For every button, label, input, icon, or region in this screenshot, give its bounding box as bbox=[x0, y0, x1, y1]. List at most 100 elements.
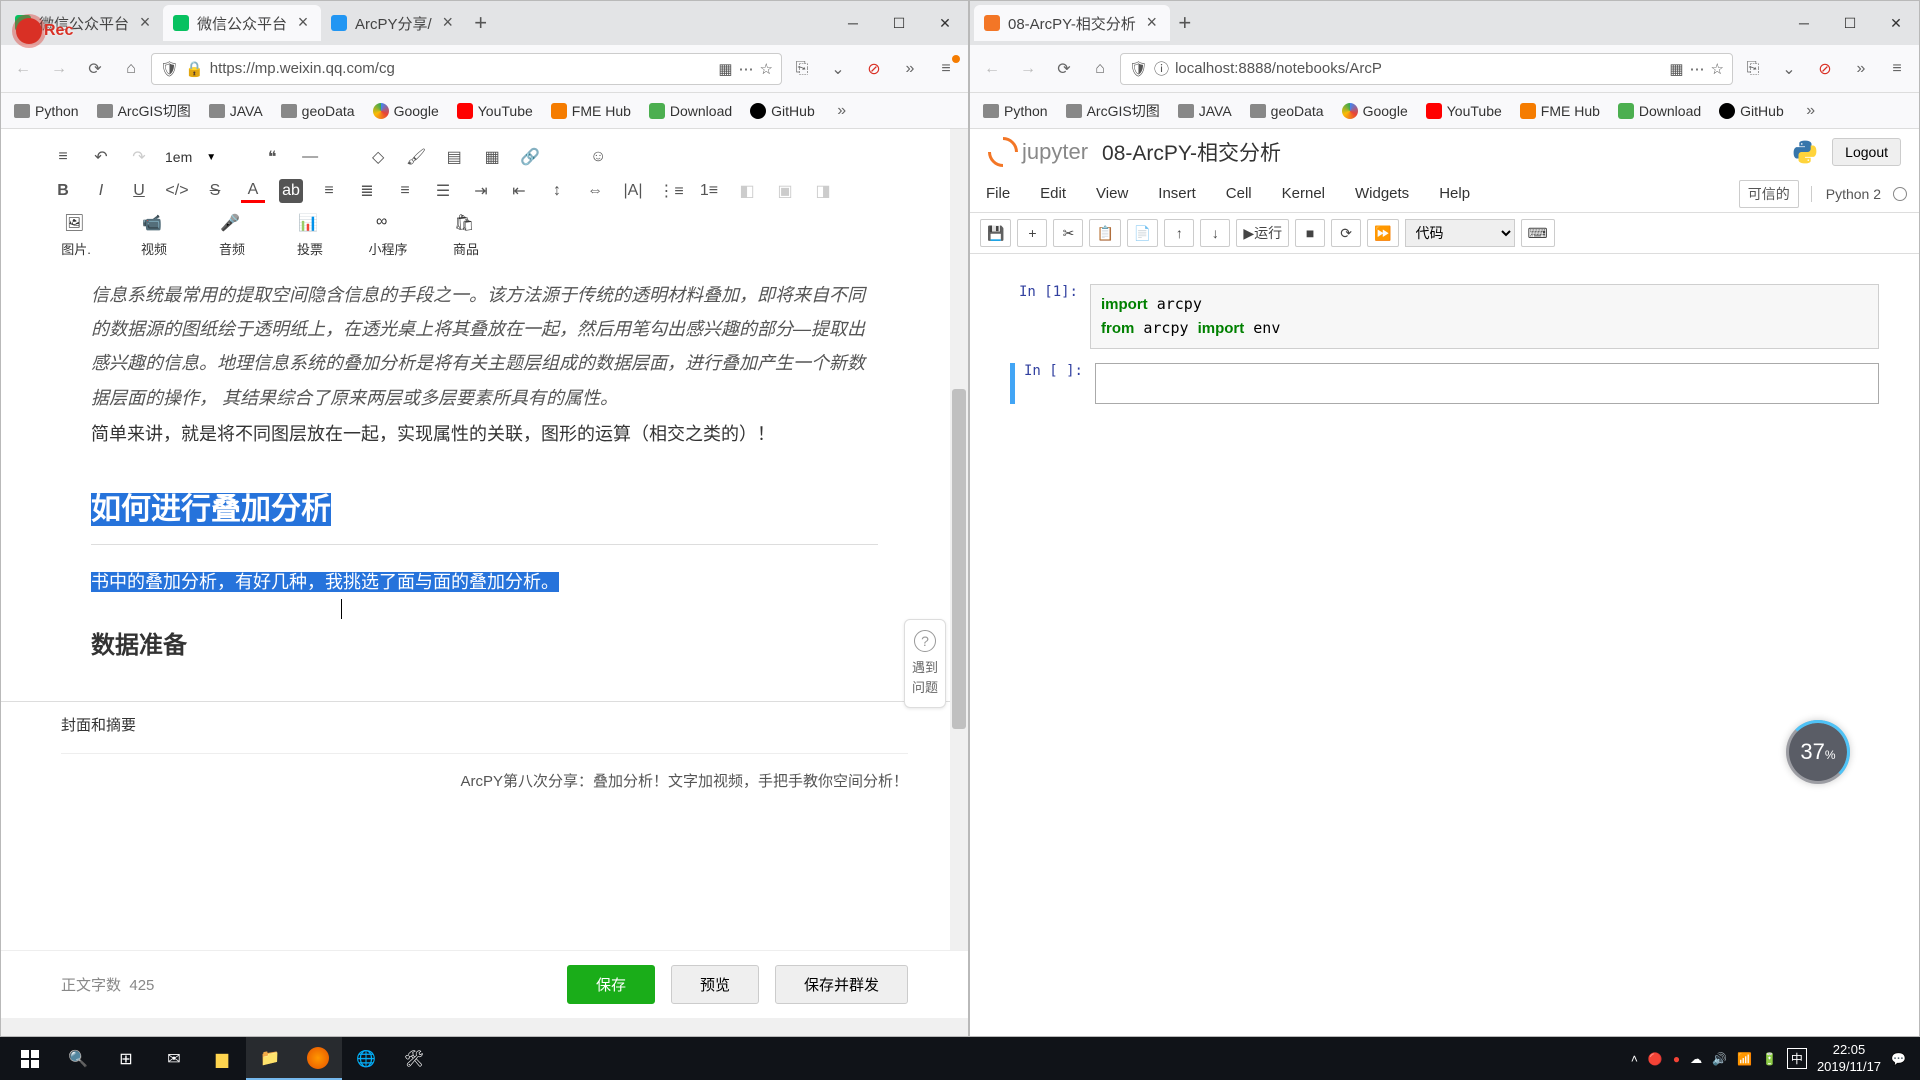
font-size-select[interactable]: 1em bbox=[165, 149, 192, 165]
menu-cell[interactable]: Cell bbox=[1222, 179, 1256, 208]
move-up-button[interactable]: ↑ bbox=[1164, 219, 1194, 247]
tray-icon-1[interactable]: 🔴 bbox=[1648, 1052, 1663, 1066]
layout2-button[interactable]: ▦ bbox=[480, 145, 504, 169]
tab-3[interactable]: ArcPY分享/ × bbox=[321, 5, 466, 41]
tray-cloud-icon[interactable]: ☁ bbox=[1690, 1052, 1702, 1066]
bookmark-java[interactable]: JAVA bbox=[1171, 99, 1239, 123]
clock[interactable]: 22:052019/11/17 bbox=[1817, 1042, 1881, 1076]
tray-volume-icon[interactable]: 🔊 bbox=[1712, 1052, 1727, 1066]
overflow-icon[interactable]: » bbox=[894, 53, 926, 85]
publish-button[interactable]: 保存并群发 bbox=[775, 965, 908, 1004]
bookmark-arcgis[interactable]: ArcGIS切图 bbox=[1059, 97, 1167, 125]
ol-button[interactable]: 1≡ bbox=[697, 179, 721, 203]
menu-file[interactable]: File bbox=[982, 179, 1014, 208]
fast-forward-button[interactable]: ⏩ bbox=[1367, 219, 1398, 247]
italic-button[interactable]: I bbox=[89, 179, 113, 203]
url-bar[interactable]: 🛡 🔒 https://mp.weixin.qq.com/cg ▦ ⋯ ☆ bbox=[151, 53, 782, 85]
paste-button[interactable]: 📄 bbox=[1127, 219, 1158, 247]
tab-2[interactable]: 微信公众平台 × bbox=[163, 5, 321, 41]
bookmark-fmehub[interactable]: FME Hub bbox=[544, 99, 638, 123]
format-painter-button[interactable]: 🖌 bbox=[404, 145, 428, 169]
text-color-button[interactable]: A bbox=[241, 179, 265, 203]
new-tab-button[interactable]: + bbox=[1170, 10, 1200, 36]
menu-icon[interactable]: ≡ bbox=[930, 53, 962, 85]
strike-button[interactable]: S bbox=[203, 179, 227, 203]
cell-type-select[interactable]: 代码 bbox=[1405, 219, 1515, 247]
insert-image-button[interactable]: 🖼图片. bbox=[51, 213, 101, 258]
vertical-scrollbar[interactable] bbox=[950, 129, 968, 950]
firefox-app[interactable] bbox=[294, 1037, 342, 1080]
reload-button[interactable]: ⟳ bbox=[1048, 53, 1080, 85]
article-body[interactable]: 信息系统最常用的提取空间隐含信息的手段之一。该方法源于传统的透明材料叠加，即将来… bbox=[1, 278, 968, 701]
insert-miniprogram-button[interactable]: ∞小程序 bbox=[363, 213, 413, 258]
minimize-button[interactable]: ─ bbox=[1781, 3, 1827, 43]
code-cell-1[interactable]: In [1]: import arcpyfrom arcpy import en… bbox=[1010, 284, 1879, 349]
underline-button[interactable]: U bbox=[127, 179, 151, 203]
code-input[interactable] bbox=[1095, 363, 1879, 404]
file-explorer-app[interactable]: 📁 bbox=[246, 1037, 294, 1080]
tray-wifi-icon[interactable]: 📶 bbox=[1737, 1052, 1752, 1066]
move-down-button[interactable]: ↓ bbox=[1200, 219, 1230, 247]
close-icon[interactable]: × bbox=[1144, 15, 1160, 31]
bookmark-geodata[interactable]: geoData bbox=[274, 99, 362, 123]
copy-button[interactable]: 📋 bbox=[1089, 219, 1120, 247]
code-input[interactable]: import arcpyfrom arcpy import env bbox=[1090, 284, 1879, 349]
tray-icon-2[interactable]: ● bbox=[1673, 1052, 1680, 1066]
menu-icon[interactable]: ≡ bbox=[51, 145, 75, 169]
url-bar[interactable]: 🛡 ⓘ localhost:8888/notebooks/ArcP ▦ ⋯ ☆ bbox=[1120, 53, 1733, 85]
menu-help[interactable]: Help bbox=[1435, 179, 1474, 208]
float-center-button[interactable]: ▣ bbox=[773, 179, 797, 203]
bookmark-google[interactable]: Google bbox=[1335, 99, 1415, 123]
float-left-button[interactable]: ◧ bbox=[735, 179, 759, 203]
more-icon[interactable]: ⋯ bbox=[739, 60, 754, 78]
menu-edit[interactable]: Edit bbox=[1036, 179, 1070, 208]
star-icon[interactable]: ☆ bbox=[760, 60, 773, 78]
bookmark-github[interactable]: GitHub bbox=[1712, 99, 1791, 123]
horizontal-scrollbar[interactable] bbox=[1, 1018, 968, 1036]
quote-button[interactable]: ❝ bbox=[260, 145, 284, 169]
bookmark-fmehub[interactable]: FME Hub bbox=[1513, 99, 1607, 123]
ime-indicator[interactable]: 中 bbox=[1787, 1048, 1807, 1069]
start-button[interactable] bbox=[6, 1037, 54, 1080]
stop-button[interactable]: ■ bbox=[1295, 219, 1325, 247]
run-button[interactable]: ▶ 运行 bbox=[1236, 219, 1289, 247]
menu-kernel[interactable]: Kernel bbox=[1278, 179, 1329, 208]
extension-icon[interactable]: ⊘ bbox=[1809, 53, 1841, 85]
bookmark-download[interactable]: Download bbox=[1611, 99, 1708, 123]
preview-button[interactable]: 预览 bbox=[671, 965, 759, 1004]
library-icon[interactable]: ⎘ bbox=[786, 53, 818, 85]
notification-icon[interactable]: 💬 bbox=[1891, 1052, 1906, 1066]
notebook-title[interactable]: 08-ArcPY-相交分析 bbox=[1102, 137, 1281, 167]
insert-audio-button[interactable]: 🎤音频 bbox=[207, 213, 257, 258]
align-left-button[interactable]: ≡ bbox=[317, 179, 341, 203]
menu-icon[interactable]: ≡ bbox=[1881, 53, 1913, 85]
bookmark-arcgis[interactable]: ArcGIS切图 bbox=[90, 97, 198, 125]
align-right-button[interactable]: ≡ bbox=[393, 179, 417, 203]
menu-insert[interactable]: Insert bbox=[1154, 179, 1200, 208]
close-icon[interactable]: × bbox=[295, 15, 311, 31]
sticky-notes-app[interactable]: ▆ bbox=[198, 1037, 246, 1080]
spacing-button[interactable]: ⇔ bbox=[583, 179, 607, 203]
trusted-label[interactable]: 可信的 bbox=[1739, 180, 1799, 208]
minimize-button[interactable]: ─ bbox=[830, 3, 876, 43]
menu-view[interactable]: View bbox=[1092, 179, 1132, 208]
bookmark-python[interactable]: Python bbox=[7, 99, 86, 123]
insert-video-button[interactable]: 📹视频 bbox=[129, 213, 179, 258]
clear-format-button[interactable]: ◇ bbox=[366, 145, 390, 169]
bookmark-overflow[interactable]: » bbox=[1795, 95, 1827, 127]
home-button[interactable]: ⌂ bbox=[1084, 53, 1116, 85]
insert-product-button[interactable]: 🛍商品 bbox=[441, 213, 491, 258]
maximize-button[interactable]: ☐ bbox=[1827, 3, 1873, 43]
notebook-area[interactable]: In [1]: import arcpyfrom arcpy import en… bbox=[970, 254, 1919, 448]
code-cell-2[interactable]: In [ ]: bbox=[1010, 363, 1879, 404]
code-button[interactable]: </> bbox=[165, 179, 189, 203]
tool-app[interactable]: 🛠 bbox=[390, 1037, 438, 1080]
bookmark-youtube[interactable]: YouTube bbox=[1419, 99, 1509, 123]
outdent-button[interactable]: ⇤ bbox=[507, 179, 531, 203]
hr-button[interactable]: — bbox=[298, 145, 322, 169]
bookmark-google[interactable]: Google bbox=[366, 99, 446, 123]
bookmark-download[interactable]: Download bbox=[642, 99, 739, 123]
qr-icon[interactable]: ▦ bbox=[1669, 60, 1683, 78]
bold-button[interactable]: B bbox=[51, 179, 75, 203]
link-button[interactable]: 🔗 bbox=[518, 145, 542, 169]
